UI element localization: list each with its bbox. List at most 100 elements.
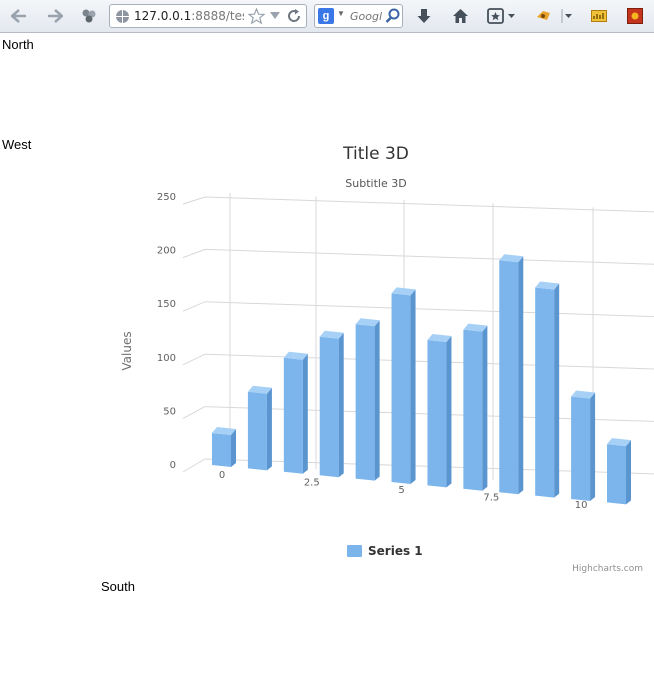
bar[interactable] bbox=[212, 426, 236, 467]
bar-front-face bbox=[247, 391, 267, 471]
back-arrow-icon bbox=[11, 9, 26, 23]
bar-front-face bbox=[391, 293, 411, 484]
y-tick-label: 150 bbox=[157, 299, 176, 310]
bar-side-face bbox=[302, 353, 308, 474]
forward-button[interactable] bbox=[42, 4, 68, 28]
url-bar[interactable]: 127.0.0.1:8888/testpr bbox=[109, 4, 307, 28]
bar-side-face bbox=[410, 289, 416, 484]
addon-red-button[interactable] bbox=[622, 4, 648, 28]
bar-side-face bbox=[231, 428, 236, 467]
bar[interactable] bbox=[283, 351, 308, 474]
page-content: North West Title 3D Subtitle 3D 0 50 100 15… bbox=[0, 34, 654, 677]
forward-arrow-icon bbox=[48, 9, 63, 23]
legend-item-series-1[interactable]: Series 1 bbox=[368, 544, 423, 558]
grid-line-side bbox=[182, 196, 206, 205]
bar[interactable] bbox=[355, 318, 380, 481]
legend[interactable]: Series 1 bbox=[347, 544, 423, 558]
y-tick-label: 200 bbox=[157, 246, 176, 257]
bar[interactable] bbox=[427, 334, 452, 488]
y-tick-label: 100 bbox=[157, 353, 176, 364]
chart-bars bbox=[212, 254, 631, 505]
bar-front-face bbox=[535, 287, 555, 498]
chart-3d: Title 3D Subtitle 3D 0 50 100 150 200 250 0 2.… bbox=[120, 144, 654, 574]
bar-side-face bbox=[518, 256, 524, 495]
bookmark-star-icon[interactable] bbox=[248, 8, 265, 25]
credits-link[interactable]: Highcharts.com bbox=[572, 564, 643, 574]
home-button[interactable] bbox=[447, 4, 473, 28]
south-region-label: South bbox=[101, 579, 135, 594]
bar-front-face bbox=[212, 432, 231, 467]
x-tick-label: 5 bbox=[398, 485, 404, 496]
bar-side-face bbox=[590, 392, 596, 501]
bar-front-face bbox=[427, 340, 447, 488]
grid-line-horizontal bbox=[204, 301, 654, 318]
bar[interactable] bbox=[535, 281, 560, 498]
bar-side-face bbox=[482, 325, 488, 491]
grid-line-side bbox=[182, 248, 206, 259]
chart-title: Title 3D bbox=[342, 144, 409, 164]
home-icon bbox=[452, 9, 468, 23]
grid-line-horizontal bbox=[204, 248, 654, 265]
y-tick-label: 0 bbox=[170, 460, 176, 471]
menu-chevron-icon bbox=[561, 9, 572, 23]
addon-yellow-icon bbox=[591, 10, 607, 22]
bar-side-face bbox=[338, 332, 344, 478]
bar-front-face bbox=[607, 444, 626, 505]
y-axis-labels: 0 50 100 150 200 250 bbox=[157, 192, 176, 471]
bar-front-face bbox=[499, 260, 519, 495]
engine-dropdown-icon[interactable]: ▼ bbox=[337, 9, 345, 18]
x-tick-label: 10 bbox=[575, 500, 588, 511]
addon-icon bbox=[82, 9, 96, 23]
bar-front-face bbox=[571, 396, 591, 501]
grid-line-side bbox=[182, 406, 206, 419]
grid-line-horizontal bbox=[204, 196, 654, 213]
bar[interactable] bbox=[247, 385, 272, 471]
bar-front-face bbox=[463, 329, 483, 491]
grid-line-side bbox=[182, 458, 206, 473]
bar[interactable] bbox=[607, 438, 631, 505]
y-tick-label: 250 bbox=[157, 192, 176, 203]
url-text[interactable]: 127.0.0.1:8888/testpr bbox=[134, 9, 244, 23]
bookmarks-menu-button[interactable] bbox=[484, 4, 520, 28]
back-button[interactable] bbox=[6, 4, 32, 28]
x-tick-label: 0 bbox=[219, 470, 225, 481]
bar-side-face bbox=[446, 336, 452, 488]
dropmarker-icon[interactable] bbox=[270, 12, 280, 20]
magnifier-icon[interactable] bbox=[385, 8, 400, 24]
browser-toolbar: 127.0.0.1:8888/testpr g ▼ bbox=[0, 0, 654, 33]
bar-side-face bbox=[554, 283, 560, 498]
downloads-button[interactable] bbox=[411, 4, 437, 28]
y-tick-label: 50 bbox=[163, 406, 176, 417]
bar[interactable] bbox=[571, 390, 596, 501]
globe-icon bbox=[116, 10, 129, 23]
grid-line-side bbox=[182, 353, 206, 366]
bar[interactable] bbox=[319, 330, 344, 478]
bar-side-face bbox=[626, 440, 631, 505]
bar-side-face bbox=[266, 387, 272, 471]
search-input[interactable] bbox=[350, 8, 382, 24]
reload-icon[interactable] bbox=[286, 8, 302, 24]
extension-icon bbox=[537, 11, 550, 20]
bar[interactable] bbox=[463, 323, 488, 491]
bar[interactable] bbox=[499, 254, 524, 495]
google-icon[interactable]: g bbox=[318, 8, 334, 24]
y-axis-title: Values bbox=[120, 331, 134, 370]
legend-swatch bbox=[347, 545, 362, 557]
search-bar[interactable]: g ▼ bbox=[314, 4, 403, 28]
bar-front-face bbox=[355, 324, 375, 481]
chart-subtitle: Subtitle 3D bbox=[345, 177, 406, 190]
addon-red-icon bbox=[627, 8, 643, 24]
x-tick-label: 2.5 bbox=[304, 478, 320, 489]
bar-front-face bbox=[283, 357, 303, 474]
download-icon bbox=[417, 9, 431, 23]
addon-button[interactable] bbox=[76, 4, 102, 28]
bar[interactable] bbox=[391, 287, 416, 484]
grid-line-side bbox=[182, 301, 206, 312]
bookmarks-menu-icon bbox=[487, 8, 515, 24]
bar-front-face bbox=[319, 336, 339, 478]
extension-button[interactable] bbox=[531, 4, 557, 28]
bar-side-face bbox=[374, 320, 380, 481]
menu-chevron-button[interactable] bbox=[557, 4, 577, 28]
x-tick-label: 7.5 bbox=[483, 493, 499, 504]
addon-yellow-button[interactable] bbox=[586, 4, 612, 28]
